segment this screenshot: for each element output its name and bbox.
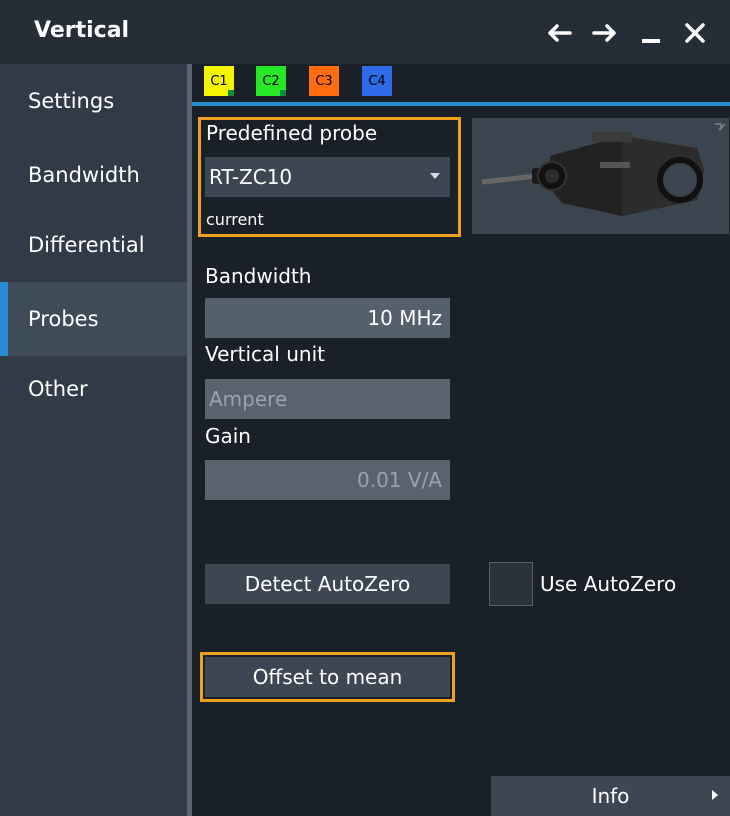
arrow-right-icon[interactable] [588,16,622,50]
detect-autozero-button[interactable]: Detect AutoZero [205,564,450,604]
window-title: Vertical [34,18,130,43]
sidebar: Settings Bandwidth Differential Probes O… [0,64,187,816]
predefined-probe-label: Predefined probe [206,121,378,145]
bandwidth-label: Bandwidth [205,264,312,288]
sidebar-item-label: Bandwidth [28,163,140,187]
chevron-right-icon [712,790,718,800]
info-label: Info [591,784,630,808]
chevron-down-icon [430,173,440,179]
sidebar-item-bandwidth[interactable]: Bandwidth [0,138,187,212]
predefined-probe-dropdown[interactable]: RT-ZC10 [205,157,450,197]
tab-c1[interactable]: C1 [204,66,234,96]
tab-c2[interactable]: C2 [256,66,286,96]
sidebar-item-differential[interactable]: Differential [0,208,187,282]
tab-c3[interactable]: C3 [309,66,339,96]
bandwidth-value: 10 MHz [367,306,442,330]
sidebar-item-label: Probes [28,307,99,331]
info-button[interactable]: Info [491,776,730,816]
vertical-unit-value: Ampere [209,387,288,411]
use-autozero-label: Use AutoZero [540,572,677,596]
offset-to-mean-button[interactable]: Offset to mean [205,657,450,697]
gain-value: 0.01 V/A [357,468,442,492]
title-bar: Vertical [0,0,730,64]
vertical-unit-label: Vertical unit [205,342,325,366]
minimize-icon[interactable] [634,16,668,50]
close-icon[interactable] [678,16,712,50]
probe-type-text: current [206,210,264,229]
sidebar-item-label: Differential [28,233,145,257]
vertical-unit-field: Ampere [205,379,450,419]
sidebar-item-settings[interactable]: Settings [0,64,187,138]
active-indicator [228,90,234,96]
probe-image [472,118,729,234]
detect-autozero-label: Detect AutoZero [244,572,411,596]
offset-to-mean-label: Offset to mean [252,665,403,689]
sidebar-item-label: Settings [28,89,115,113]
tab-c4[interactable]: C4 [362,66,392,96]
sidebar-item-other[interactable]: Other [0,352,187,426]
tab-label: C2 [262,73,280,89]
predefined-probe-value: RT-ZC10 [209,165,293,189]
gain-label: Gain [205,424,251,448]
sidebar-item-label: Other [28,377,88,401]
use-autozero-checkbox[interactable] [489,562,533,606]
gain-field: 0.01 V/A [205,460,450,500]
tab-label: C4 [368,73,386,89]
arrow-left-icon[interactable] [542,16,576,50]
tab-label: C1 [210,73,228,89]
tab-label: C3 [315,73,333,89]
bandwidth-field[interactable]: 10 MHz [205,298,450,338]
active-indicator [280,90,286,96]
sidebar-item-probes[interactable]: Probes [0,282,187,356]
